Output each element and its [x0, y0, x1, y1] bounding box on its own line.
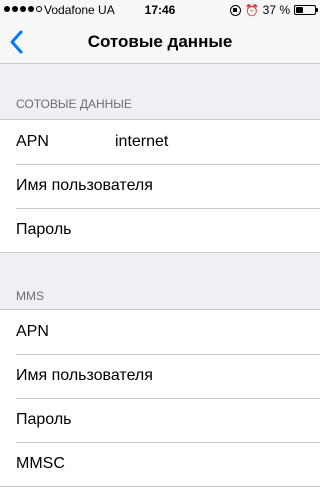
battery-fill	[296, 7, 303, 13]
section-header-cellular: СОТОВЫЕ ДАННЫЕ	[16, 97, 132, 111]
page-title: Сотовые данные	[87, 32, 233, 51]
apn-value[interactable]: internet	[115, 133, 168, 151]
row-label: APN	[16, 323, 49, 340]
cellular-apn-row[interactable]: APN internet	[0, 120, 320, 164]
mms-mmsc-row[interactable]: MMSC	[0, 442, 320, 486]
alarm-icon: ⏰	[244, 4, 259, 17]
mms-username-row[interactable]: Имя пользователя	[0, 354, 320, 398]
mms-apn-row[interactable]: APN	[0, 310, 320, 354]
battery-icon	[294, 5, 318, 15]
row-label: Имя пользователя	[16, 367, 153, 384]
row-label: Имя пользователя	[16, 177, 153, 194]
mms-password-row[interactable]: Пароль	[0, 398, 320, 442]
cellular-data-group: APN internet Имя пользователя Пароль	[0, 119, 320, 253]
navigation-bar: Сотовые данные	[0, 20, 320, 64]
status-right: ⏰ 37 %	[229, 3, 318, 17]
cellular-password-row[interactable]: Пароль	[0, 208, 320, 252]
status-bar: Vodafone UA 17:46 ⏰ 37 %	[0, 0, 320, 20]
mms-group: APN Имя пользователя Пароль MMSC	[0, 309, 320, 487]
rotation-lock-icon	[229, 4, 241, 16]
row-label: APN	[16, 133, 49, 150]
section-header-mms: MMS	[16, 289, 44, 303]
row-label: Пароль	[16, 411, 72, 428]
row-label: MMSC	[16, 455, 65, 472]
battery-percent: 37 %	[262, 3, 290, 17]
cellular-username-row[interactable]: Имя пользователя	[0, 164, 320, 208]
row-label: Пароль	[16, 221, 72, 238]
